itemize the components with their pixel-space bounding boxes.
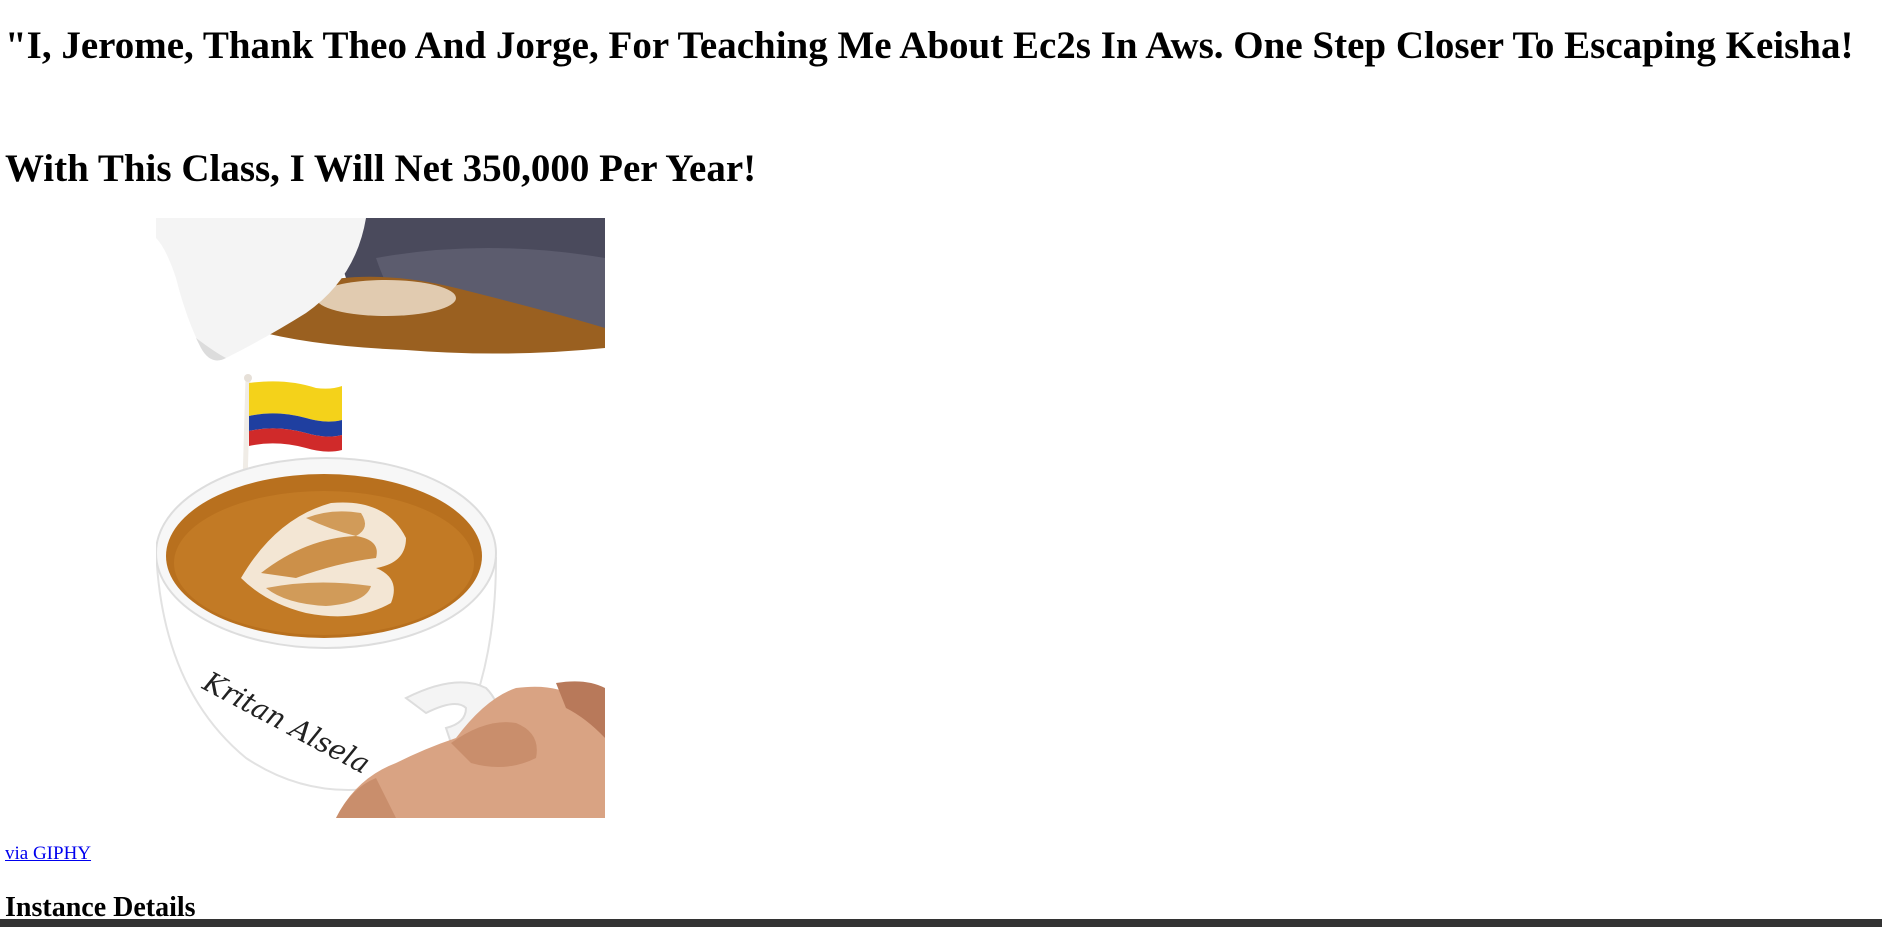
page-heading: "I, Jerome, Thank Theo And Jorge, For Te… [5, 24, 1854, 67]
page: "I, Jerome, Thank Theo And Jorge, For Te… [0, 0, 1882, 927]
page-subheading: With This Class, I Will Net 350,000 Per … [5, 147, 757, 190]
latte-gif-image: Kritan Alsela [156, 218, 605, 818]
bottom-bar [0, 919, 1882, 927]
giphy-link[interactable]: via GIPHY [5, 842, 91, 866]
